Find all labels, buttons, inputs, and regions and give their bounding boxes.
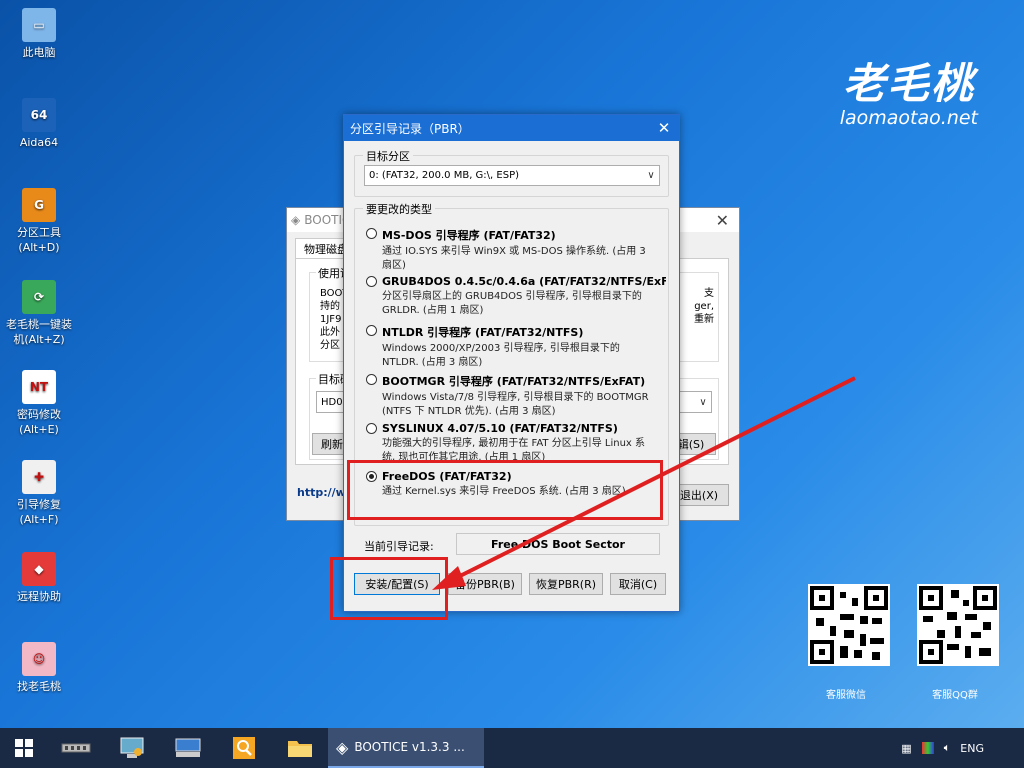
search-tool-icon[interactable]: [216, 728, 272, 768]
desktop-icon-label: 引导修复 (Alt+F): [17, 498, 61, 526]
desktop-icon-password-modify[interactable]: NT 密码修改 (Alt+E): [2, 370, 76, 437]
tab-physical-disk-label: 物理磁盘: [304, 243, 348, 256]
pbr-type-label: 要更改的类型: [363, 201, 435, 217]
target-partition-select[interactable]: 0: (FAT32, 200.0 MB, G:\, ESP) ∨: [364, 165, 660, 186]
password-modify-icon: NT: [22, 370, 56, 404]
pbr-option-title: GRUB4DOS 0.4.5c/0.4.6a (FAT/FAT32/NTFS/E…: [382, 275, 666, 288]
qr-icon: [919, 586, 997, 664]
qr-label-qq: 客服QQ群: [932, 690, 978, 701]
radio-button[interactable]: [366, 325, 377, 336]
pbr-option-title: NTLDR 引导程序 (FAT/FAT32/NTFS): [382, 326, 584, 339]
color-app-icon[interactable]: [921, 742, 934, 754]
pbr-option-description: 通过 IO.SYS 来引导 Win9X 或 MS-DOS 操作系统. (占用 3…: [382, 246, 646, 271]
desktop-icon-label: 密码修改 (Alt+E): [17, 408, 61, 436]
desktop-icon-label: 此电脑: [22, 46, 56, 59]
pbr-dialog-titlebar[interactable]: 分区引导记录（PBR） ✕: [344, 115, 679, 141]
pbr-option-title: SYSLINUX 4.07/5.10 (FAT/FAT32/NTFS): [382, 422, 618, 435]
find-laomaotao-icon: ☺: [22, 642, 56, 676]
close-icon[interactable]: ✕: [716, 211, 729, 230]
backup-pbr-button-label: 备份PBR(B): [455, 578, 515, 591]
desktop-icon-remote-assist[interactable]: ◆ 远程协助: [2, 552, 76, 604]
memory-chip-icon[interactable]: [48, 728, 104, 768]
pbr-option-description: Windows Vista/7/8 引导程序, 引导根目录下的 BOOTMGR …: [382, 392, 649, 417]
taskbar: ◈ BOOTICE v1.3.3 ... ▦ 🔈︎ ENG: [0, 728, 1024, 768]
qr-code-qq: [917, 584, 999, 666]
keyboard-tool-icon[interactable]: [160, 728, 216, 768]
folder-icon[interactable]: [272, 728, 328, 768]
qr-code-wechat: [808, 584, 890, 666]
chevron-down-icon: ∨: [699, 396, 707, 408]
bg-usage-text-right: 支 ger, 重新: [694, 287, 714, 326]
pbr-option[interactable]: BOOTMGR 引导程序 (FAT/FAT32/NTFS/ExFAT) Windo…: [366, 373, 666, 419]
pbr-option[interactable]: GRUB4DOS 0.4.5c/0.4.6a (FAT/FAT32/NTFS/E…: [366, 275, 666, 318]
boot-repair-icon: ✚: [22, 460, 56, 494]
desktop-icon-this-pc[interactable]: ▭ 此电脑: [2, 8, 76, 60]
aida64-icon: 64: [22, 98, 56, 132]
bg-text-line: 支: [704, 288, 714, 299]
network-icon[interactable]: ▦: [901, 742, 911, 755]
highlight-freedos-option: [347, 460, 663, 520]
restore-pbr-button-label: 恢复PBR(R): [535, 578, 597, 591]
backup-pbr-button[interactable]: 备份PBR(B): [448, 573, 522, 595]
radio-button[interactable]: [366, 276, 377, 287]
this-pc-icon: ▭: [22, 8, 56, 42]
pbr-dialog-title: 分区引导记录（PBR）: [350, 121, 470, 136]
desktop-icon-label: Aida64: [19, 136, 59, 149]
remote-assist-icon: ◆: [22, 552, 56, 586]
desktop-icon-one-key-install[interactable]: ⟳ 老毛桃一键装 机(Alt+Z): [2, 280, 76, 347]
bg-text-line: 重新: [694, 314, 714, 325]
desktop-icon-find-laomaotao[interactable]: ☺ 找老毛桃: [2, 642, 76, 694]
qr-label-wechat: 客服微信: [826, 690, 866, 701]
desktop-icon-label: 分区工具 (Alt+D): [17, 226, 61, 254]
exit-button-label: 退出(X): [679, 489, 719, 502]
desktop-icon-label: 找老毛桃: [17, 680, 61, 693]
desktop-icon-partition-tool[interactable]: G 分区工具 (Alt+D): [2, 188, 76, 255]
volume-icon[interactable]: 🔈︎: [944, 741, 951, 755]
language-indicator[interactable]: ENG: [960, 742, 984, 755]
target-partition-label: 目标分区: [363, 148, 413, 164]
brand-watermark: 老毛桃 laomaotao.net: [840, 50, 978, 129]
desktop-icon-boot-repair[interactable]: ✚ 引导修复 (Alt+F): [2, 460, 76, 527]
restore-pbr-button[interactable]: 恢复PBR(R): [529, 573, 603, 595]
system-tray: ▦ 🔈︎ ENG: [901, 741, 1024, 755]
chevron-down-icon: ∨: [647, 170, 655, 181]
brand-url: laomaotao.net: [839, 107, 978, 129]
pbr-option-description: Windows 2000/XP/2003 引导程序, 引导根目录下的 NTLDR…: [382, 343, 620, 368]
system-tool-icon[interactable]: [104, 728, 160, 768]
bootice-app-icon: ◈: [291, 213, 301, 227]
partition-tool-icon: G: [22, 188, 56, 222]
desktop-icon-label: 老毛桃一键装 机(Alt+Z): [6, 318, 72, 346]
highlight-install-button: [330, 557, 448, 620]
taskbar-task-bootice[interactable]: ◈ BOOTICE v1.3.3 ...: [328, 728, 484, 768]
pbr-option[interactable]: SYSLINUX 4.07/5.10 (FAT/FAT32/NTFS) 功能强大的…: [366, 422, 666, 465]
pbr-option-title: MS-DOS 引导程序 (FAT/FAT32): [382, 229, 556, 242]
pbr-option[interactable]: NTLDR 引导程序 (FAT/FAT32/NTFS) Windows 2000/…: [366, 324, 666, 370]
one-key-install-icon: ⟳: [22, 280, 56, 314]
pbr-option-title: BOOTMGR 引导程序 (FAT/FAT32/NTFS/ExFAT): [382, 375, 646, 388]
pbr-option[interactable]: MS-DOS 引导程序 (FAT/FAT32) 通过 IO.SYS 来引导 Win…: [366, 227, 666, 273]
windows-start-icon[interactable]: [0, 728, 48, 768]
cancel-button-label: 取消(C): [618, 578, 658, 591]
current-pbr-label: 当前引导记录:: [364, 540, 434, 553]
radio-button[interactable]: [366, 423, 377, 434]
radio-button[interactable]: [366, 374, 377, 385]
pbr-option-description: 分区引导扇区上的 GRUB4DOS 引导程序, 引导根目录下的 GRLDR. (…: [382, 291, 642, 316]
qr-icon: [810, 586, 888, 664]
bg-link[interactable]: http://w: [297, 486, 346, 499]
brand-logo: 老毛桃: [842, 59, 975, 108]
cancel-button[interactable]: 取消(C): [610, 573, 666, 595]
close-icon[interactable]: ✕: [649, 119, 679, 137]
bootice-app-icon: ◈: [336, 737, 349, 757]
target-partition-value: 0: (FAT32, 200.0 MB, G:\, ESP): [369, 170, 519, 181]
radio-button[interactable]: [366, 228, 377, 239]
refresh-button-label: 刷新: [321, 438, 343, 451]
desktop-icon-aida64[interactable]: 64 Aida64: [2, 98, 76, 150]
pbr-dialog[interactable]: 分区引导记录（PBR） ✕ 目标分区 0: (FAT32, 200.0 MB, …: [343, 114, 680, 612]
desktop-icon-label: 远程协助: [17, 590, 61, 603]
bg-right-button-label: 辑(S): [677, 438, 705, 451]
bg-text-line: ger,: [694, 301, 714, 312]
taskbar-task-label: BOOTICE v1.3.3 ...: [354, 740, 465, 754]
current-pbr-value: Free DOS Boot Sector: [456, 533, 660, 555]
